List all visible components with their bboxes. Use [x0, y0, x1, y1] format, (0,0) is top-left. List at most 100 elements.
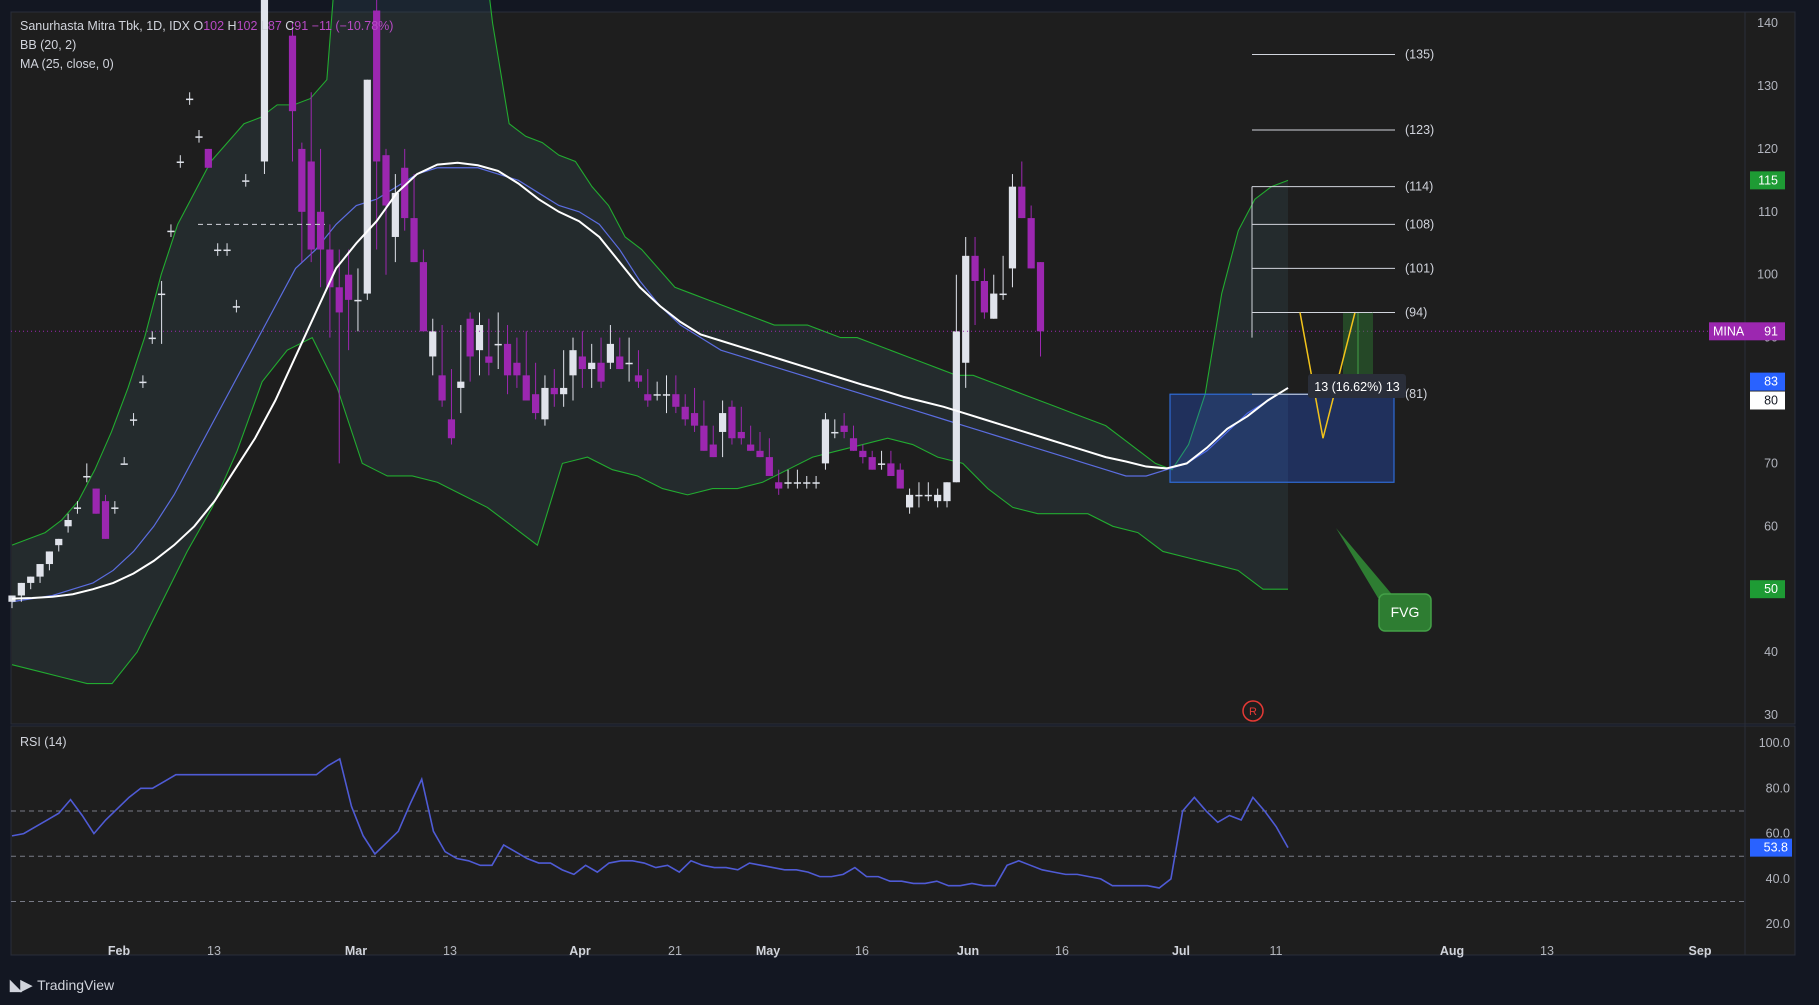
candle-body	[410, 218, 418, 263]
candle-body	[36, 564, 44, 577]
time-tick-label: Feb	[108, 944, 131, 958]
candle-body	[597, 362, 605, 382]
candle-body	[214, 249, 222, 252]
chart-canvas[interactable]: FVG (168)(135)(123)(114)(108)(101)(94)(8…	[0, 0, 1819, 1005]
price-tick-label: 100	[1757, 268, 1778, 282]
candle-body	[578, 356, 586, 370]
rsi-value-label: 53.8	[1764, 841, 1788, 855]
candle-body	[204, 148, 212, 168]
candle-body	[840, 425, 848, 432]
ma-legend[interactable]: MA (25, close, 0)	[20, 57, 114, 71]
candle-body	[288, 35, 297, 112]
candle-body	[999, 293, 1007, 296]
candle-body	[793, 482, 801, 484]
ohlc-close: 91	[294, 19, 309, 33]
candle-body	[990, 293, 998, 319]
candle-body	[532, 394, 540, 414]
candle-body	[690, 413, 699, 426]
candle-body	[962, 255, 970, 363]
rsi-legend[interactable]: RSI (14)	[20, 735, 67, 749]
candle-body	[148, 337, 156, 340]
candle-body	[803, 482, 811, 484]
time-tick-label: Jun	[957, 944, 979, 958]
fib-level-label: (123)	[1405, 123, 1434, 137]
fib-level-label: (135)	[1405, 48, 1434, 62]
candle-body	[307, 161, 315, 250]
bb-legend[interactable]: BB (20, 2)	[20, 38, 76, 52]
candle-body	[541, 387, 549, 420]
time-tick-label: 21	[668, 944, 682, 958]
ohlc-o-label: O	[193, 19, 204, 33]
candle-body	[887, 463, 895, 476]
candle-body	[1018, 186, 1026, 219]
candle-body	[709, 444, 717, 458]
candle-body	[775, 482, 783, 489]
tradingview-brand[interactable]: ◣▶ TradingView	[10, 976, 114, 994]
fib-level-label: (114)	[1405, 180, 1433, 194]
price-tick-label: 140	[1757, 16, 1778, 30]
time-tick-label: May	[756, 944, 780, 958]
fib-level-label: (108)	[1405, 217, 1434, 231]
candle-body	[943, 482, 951, 502]
candle-body	[242, 180, 250, 182]
candle-body	[401, 167, 409, 219]
time-tick-label: 11	[1270, 944, 1283, 958]
candle-body	[64, 520, 72, 527]
candle-body	[747, 444, 755, 451]
candle-body	[831, 431, 839, 434]
ohlc-h-label: H	[227, 19, 237, 33]
candle-body	[1027, 218, 1035, 269]
price-badge-value: 91	[1764, 324, 1778, 338]
candle-body	[475, 325, 484, 351]
candle-body	[859, 450, 867, 458]
ohlc-low: 87	[267, 19, 282, 33]
price-badge-value: 80	[1764, 394, 1778, 408]
candle-body	[681, 406, 689, 420]
fib-level-label: (81)	[1405, 387, 1427, 401]
candle-body	[606, 343, 614, 363]
price-tick-label: 60	[1764, 519, 1778, 533]
candle-body	[728, 406, 736, 439]
candle-body	[765, 457, 773, 476]
price-badge-value: 83	[1764, 375, 1778, 389]
candle-body	[298, 148, 306, 212]
candle-body	[719, 413, 727, 432]
candle-body	[812, 482, 820, 484]
candle-body	[906, 494, 914, 508]
fib-level-label: (94)	[1405, 305, 1427, 319]
candle-body	[120, 463, 128, 465]
candle-body	[625, 362, 633, 365]
candle-body	[195, 136, 203, 138]
rsi-tick-label: 60.0	[1766, 827, 1790, 841]
event-marker-label: R	[1249, 706, 1257, 718]
candle-body	[644, 394, 652, 401]
tradingview-chart-window: FVG (168)(135)(123)(114)(108)(101)(94)(8…	[0, 0, 1819, 1005]
candle-body	[513, 362, 521, 376]
candle-body	[924, 494, 932, 497]
candle-body	[756, 450, 764, 458]
symbol-legend[interactable]: Sanurhasta Mitra Tbk, 1D, IDX O102 H102 …	[20, 19, 393, 33]
fvg-rectangle	[1169, 393, 1395, 483]
candle-body	[634, 375, 643, 382]
rsi-pane-bg	[10, 725, 1796, 956]
price-badge-ticker: MINA	[1713, 324, 1745, 338]
candle-body	[438, 375, 446, 401]
rsi-tick-label: 20.0	[1766, 917, 1790, 931]
candle-body	[653, 394, 661, 396]
ohlc-open: 102	[203, 19, 225, 33]
candle-body	[952, 331, 960, 483]
candle-body	[662, 394, 671, 396]
time-tick-label: 13	[207, 944, 221, 958]
candle-body	[223, 249, 231, 252]
candle-body	[186, 98, 194, 101]
candle-body	[503, 343, 512, 376]
candle-body	[45, 551, 53, 565]
ohlc-change: −11 (−10.78%)	[311, 19, 394, 33]
rsi-tick-label: 80.0	[1766, 781, 1790, 795]
candle-body	[971, 255, 979, 281]
fvg-callout-label: FVG	[1391, 604, 1420, 620]
candle-body	[700, 425, 708, 451]
candle-body	[1036, 262, 1045, 332]
candle-body	[232, 306, 240, 308]
candle-body	[382, 155, 390, 206]
